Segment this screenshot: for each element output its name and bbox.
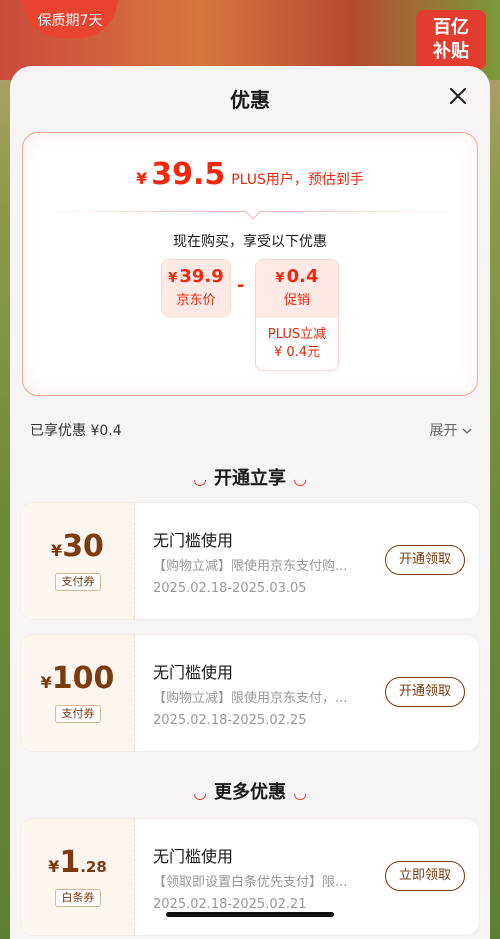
coupon-value-panel: ¥1.28 白条券 — [21, 819, 135, 935]
coupon-value-panel: ¥30 支付券 — [21, 503, 135, 619]
current-buy-text: 现在购买，享受以下优惠 — [173, 234, 327, 250]
coupon-currency: ¥ — [51, 541, 63, 560]
section-open-label: 开通立享 — [214, 468, 286, 489]
coupon-date: 2025.02.18-2025.03.05 — [153, 581, 307, 596]
jd-price-value: 39.9 — [179, 266, 224, 287]
jd-price-top: ¥39.9 京东价 — [162, 260, 230, 318]
promo-currency: ¥ — [275, 271, 285, 286]
coupon-currency: ¥ — [48, 857, 60, 876]
coupon-type-tag: 支付券 — [55, 705, 101, 723]
coupon-card: ¥30 支付券 无门槛使用 【购物立减】限使用京东支付购... 2025.02.… — [20, 502, 480, 620]
sheet-header: 优惠 — [10, 66, 490, 128]
coupon-amount: ¥30 — [21, 529, 134, 564]
jd-price-currency: ¥ — [168, 271, 178, 286]
coupon-currency: ¥ — [40, 673, 52, 692]
coupon-date: 2025.02.18-2025.02.25 — [153, 713, 307, 728]
jd-price-pill: ¥39.9 京东价 — [161, 259, 231, 318]
coupon-amount: ¥100 — [21, 661, 134, 696]
smile-deco-icon: ◡ — [294, 469, 307, 488]
expand-toggle[interactable]: 展开 — [430, 420, 472, 440]
coupon-desc: 【领取即设置白条优先支付】限... — [153, 875, 348, 890]
price-currency: ¥ — [136, 169, 148, 188]
minus-sign: - — [237, 275, 245, 296]
coupon-title: 无门槛使用 — [153, 531, 234, 550]
coupon-claim-button[interactable]: 立即领取 — [385, 861, 465, 891]
promo-label: 促销 — [283, 293, 310, 308]
coupon-type-tag: 白条券 — [55, 889, 101, 907]
smile-deco-icon: ◡ — [294, 783, 307, 802]
coupon-type-tag: 支付券 — [55, 573, 101, 591]
coupon-amount: ¥1.28 — [21, 845, 134, 880]
promo-amount: ¥0.4 — [256, 266, 338, 287]
chevron-down-icon — [462, 428, 472, 434]
price-breakdown-card: ¥39.5 PLUS用户，预估到手 现在购买，享受以下优惠 ¥39.9 京东价 -… — [22, 132, 478, 396]
estimated-price: ¥39.5 PLUS用户，预估到手 — [23, 157, 477, 192]
discount-sheet: 优惠 ¥39.5 PLUS用户，预估到手 现在购买，享受以下优惠 ¥39.9 京东… — [10, 66, 490, 939]
close-icon — [450, 88, 466, 104]
jd-price-label: 京东价 — [176, 293, 216, 308]
price-suffix: PLUS用户，预估到手 — [231, 172, 364, 188]
coupon-title: 无门槛使用 — [153, 847, 234, 866]
coupon-title: 无门槛使用 — [153, 663, 234, 682]
subsidy-badge-line2: 补贴 — [433, 41, 469, 62]
coupon-claim-button[interactable]: 开通领取 — [385, 545, 465, 575]
coupon-desc: 【购物立减】限使用京东支付购... — [153, 559, 348, 574]
promo-value: 0.4 — [286, 266, 319, 287]
coupon-amount-decimal: .28 — [80, 858, 107, 876]
price-value: 39.5 — [151, 157, 226, 192]
coupon-value-panel: ¥100 支付券 — [21, 635, 135, 751]
coupon-amount-value: 30 — [62, 529, 104, 564]
coupon-amount-value: 1 — [59, 845, 81, 880]
promo-detail: PLUS立减 ¥ 0.4元 — [256, 318, 338, 362]
coupon-card: ¥100 支付券 无门槛使用 【购物立减】限使用京东支付，... 2025.02… — [20, 634, 480, 752]
coupon-amount-value: 100 — [51, 661, 115, 696]
expand-label: 展开 — [429, 423, 458, 439]
promo-top: ¥0.4 促销 — [256, 260, 338, 318]
coupon-claim-button[interactable]: 开通领取 — [385, 677, 465, 707]
home-indicator — [166, 912, 334, 917]
smile-deco-icon: ◡ — [193, 783, 206, 802]
divider-notch — [244, 202, 262, 220]
subsidy-badge-line1: 百亿 — [433, 17, 469, 38]
close-button[interactable] — [446, 84, 470, 108]
promo-detail-line2: ¥ 0.4元 — [273, 345, 321, 360]
section-more-title: ◡ 更多优惠 ◡ — [10, 778, 490, 804]
promo-pill: ¥0.4 促销 PLUS立减 ¥ 0.4元 — [255, 259, 339, 371]
smile-deco-icon: ◡ — [193, 469, 206, 488]
coupon-desc: 【购物立减】限使用京东支付，... — [153, 691, 348, 706]
subsidy-badge: 百亿 补贴 — [416, 10, 486, 70]
enjoyed-discount: 已享优惠 ¥0.4 — [30, 423, 122, 439]
coupon-date: 2025.02.18-2025.02.21 — [153, 897, 307, 912]
section-open-title: ◡ 开通立享 ◡ — [10, 464, 490, 490]
sheet-title: 优惠 — [230, 88, 270, 112]
promo-detail-line1: PLUS立减 — [267, 327, 327, 342]
jd-price-amount: ¥39.9 — [162, 266, 230, 287]
section-more-label: 更多优惠 — [214, 782, 286, 803]
coupon-card: ¥1.28 白条券 无门槛使用 【领取即设置白条优先支付】限... 2025.0… — [20, 818, 480, 936]
